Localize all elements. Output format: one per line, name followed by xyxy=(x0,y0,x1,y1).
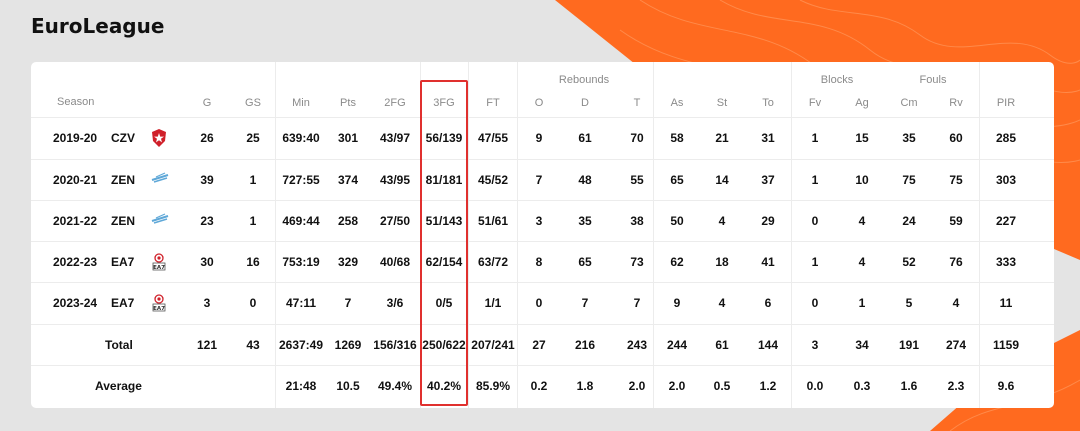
season-label: 2020-21 xyxy=(53,173,98,187)
cell-pir: 333 xyxy=(995,255,1017,269)
red-star-logo-icon[interactable] xyxy=(151,129,167,147)
column-divider xyxy=(653,62,654,408)
cell-pir: 303 xyxy=(995,173,1017,187)
cell-pir: 227 xyxy=(995,214,1017,228)
season-label: 2019-20 xyxy=(53,131,98,145)
team-code[interactable]: ZEN xyxy=(111,214,143,228)
row-divider xyxy=(31,117,1054,118)
column-divider xyxy=(468,62,469,408)
column-divider xyxy=(275,62,276,408)
zenit-logo-icon[interactable] xyxy=(151,171,169,189)
season-label: 2023-24 xyxy=(53,296,98,310)
cell-pir: 9.6 xyxy=(997,379,1015,393)
row-divider xyxy=(31,241,1054,242)
column-header-pir[interactable]: PIR xyxy=(974,96,1038,110)
svg-text:EA7: EA7 xyxy=(153,306,165,312)
cell-pir: 285 xyxy=(995,131,1017,145)
group-header-blocks: Blocks xyxy=(820,74,854,86)
cell-pir: 1159 xyxy=(992,338,1020,352)
row-divider xyxy=(31,282,1054,283)
total-label: Total xyxy=(105,338,133,352)
team-code[interactable]: ZEN xyxy=(111,173,143,187)
zenit-logo-icon[interactable] xyxy=(151,212,169,230)
row-divider xyxy=(31,365,1054,366)
3fg-column-highlight xyxy=(420,80,468,406)
row-divider xyxy=(31,324,1054,325)
team-code[interactable]: EA7 xyxy=(111,255,143,269)
column-divider xyxy=(791,62,792,408)
season-label: 2022-23 xyxy=(53,255,98,269)
row-divider xyxy=(31,200,1054,201)
column-divider xyxy=(517,62,518,408)
column-divider xyxy=(979,62,980,408)
ea7-logo-icon[interactable]: EA7 xyxy=(151,294,167,312)
group-header-fouls: Fouls xyxy=(919,74,947,86)
average-label: Average xyxy=(95,379,142,393)
svg-text:EA7: EA7 xyxy=(153,265,165,271)
group-header-rebounds: Rebounds xyxy=(558,74,610,86)
season-label: 2021-22 xyxy=(53,214,98,228)
team-code[interactable]: CZV xyxy=(111,131,143,145)
ea7-logo-icon[interactable]: EA7 xyxy=(151,253,167,271)
team-code[interactable]: EA7 xyxy=(111,296,143,310)
column-header-season: Season xyxy=(57,96,95,108)
row-divider xyxy=(31,159,1054,160)
stats-table-card: Rebounds Blocks Fouls Season G GS Min Pts 2F… xyxy=(31,62,1054,408)
page-title: EuroLeague xyxy=(31,14,165,38)
cell-pir: 11 xyxy=(999,296,1013,310)
